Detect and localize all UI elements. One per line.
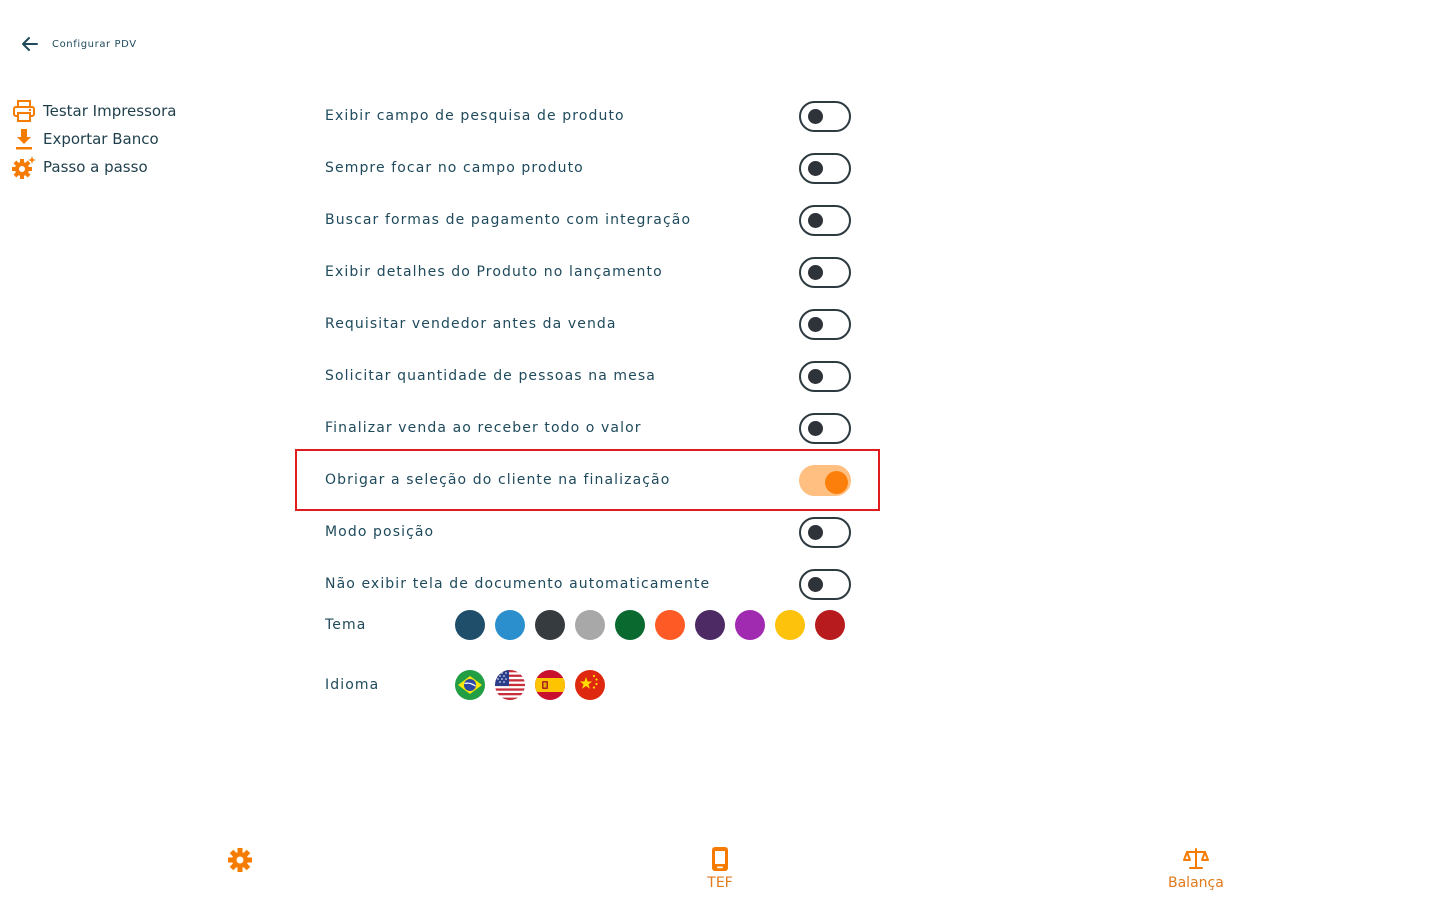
setting-toggle[interactable] (799, 205, 851, 236)
theme-color-swatch[interactable] (575, 610, 605, 640)
setting-row: Exibir detalhes do Produto no lançamento (325, 246, 855, 298)
highlight-box (295, 449, 880, 511)
setting-label: Exibir campo de pesquisa de produto (325, 108, 625, 124)
china-flag-icon[interactable] (575, 670, 605, 700)
toggle-knob (808, 317, 823, 332)
page-title: Configurar PDV (52, 38, 137, 50)
theme-color-swatch[interactable] (535, 610, 565, 640)
sidebar: Testar Impressora Exportar Banco Passo a… (12, 97, 176, 181)
setting-toggle[interactable] (799, 361, 851, 392)
spain-flag-icon[interactable] (535, 670, 565, 700)
theme-row: Tema (325, 608, 845, 642)
sidebar-item-label: Passo a passo (43, 158, 148, 176)
setting-toggle[interactable] (799, 569, 851, 600)
toggle-knob (808, 577, 823, 592)
theme-swatches (455, 610, 845, 640)
scale-icon (1182, 848, 1209, 869)
theme-color-swatch[interactable] (775, 610, 805, 640)
toggle-knob (808, 265, 823, 280)
setting-row: Modo posição (325, 506, 855, 558)
phone-icon (712, 847, 728, 871)
theme-label: Tema (325, 617, 367, 633)
sidebar-item-exportar-banco[interactable]: Exportar Banco (12, 125, 176, 153)
page-header: Configurar PDV (20, 34, 137, 54)
setting-row: Exibir campo de pesquisa de produto (325, 90, 855, 142)
usa-flag-icon[interactable] (495, 670, 525, 700)
setting-label: Solicitar quantidade de pessoas na mesa (325, 368, 656, 384)
nav-tef[interactable]: TEF (707, 846, 733, 891)
gear-icon (228, 848, 252, 872)
language-flags (455, 670, 605, 700)
language-label: Idioma (325, 677, 380, 693)
toggle-knob (808, 213, 823, 228)
theme-color-swatch[interactable] (735, 610, 765, 640)
toggle-knob (808, 161, 823, 176)
setting-row: Sempre focar no campo produto (325, 142, 855, 194)
toggle-knob (808, 369, 823, 384)
nav-settings[interactable] (226, 846, 254, 877)
setting-row: Solicitar quantidade de pessoas na mesa (325, 350, 855, 402)
theme-color-swatch[interactable] (655, 610, 685, 640)
sidebar-item-label: Testar Impressora (43, 102, 177, 120)
arrow-left-icon (22, 37, 38, 51)
brazil-flag-icon[interactable] (455, 670, 485, 700)
theme-color-swatch[interactable] (615, 610, 645, 640)
setting-row: Requisitar vendedor antes da venda (325, 298, 855, 350)
sidebar-item-testar-impressora[interactable]: Testar Impressora (12, 97, 176, 125)
toggle-knob (808, 421, 823, 436)
setting-toggle[interactable] (799, 257, 851, 288)
setting-label: Requisitar vendedor antes da venda (325, 316, 617, 332)
nav-label: TEF (707, 875, 733, 891)
settings-list: Exibir campo de pesquisa de produto Sempr… (325, 90, 855, 610)
theme-color-swatch[interactable] (495, 610, 525, 640)
setting-row: Buscar formas de pagamento com integraçã… (325, 194, 855, 246)
setting-row: Não exibir tela de documento automaticam… (325, 558, 855, 610)
sidebar-item-label: Exportar Banco (43, 130, 159, 148)
printer-icon (12, 99, 36, 123)
download-icon (12, 127, 36, 151)
toggle-knob (808, 109, 823, 124)
theme-color-swatch[interactable] (815, 610, 845, 640)
nav-balanca[interactable]: Balança (1168, 846, 1224, 891)
gear-sparkle-icon (12, 155, 36, 179)
setting-toggle[interactable] (799, 413, 851, 444)
setting-toggle[interactable] (799, 153, 851, 184)
setting-label: Não exibir tela de documento automaticam… (325, 576, 711, 592)
setting-label: Exibir detalhes do Produto no lançamento (325, 264, 663, 280)
setting-row: Finalizar venda ao receber todo o valor (325, 402, 855, 454)
setting-label: Modo posição (325, 524, 435, 540)
theme-color-swatch[interactable] (455, 610, 485, 640)
setting-label: Finalizar venda ao receber todo o valor (325, 420, 642, 436)
sidebar-item-passo-a-passo[interactable]: Passo a passo (12, 153, 176, 181)
back-button[interactable] (20, 34, 40, 54)
setting-toggle[interactable] (799, 517, 851, 548)
setting-label: Sempre focar no campo produto (325, 160, 584, 176)
toggle-knob (808, 525, 823, 540)
language-row: Idioma (325, 668, 605, 702)
setting-toggle[interactable] (799, 101, 851, 132)
setting-toggle[interactable] (799, 309, 851, 340)
setting-label: Buscar formas de pagamento com integraçã… (325, 212, 692, 228)
theme-color-swatch[interactable] (695, 610, 725, 640)
nav-label: Balança (1168, 875, 1224, 891)
bottom-nav: TEF Balança (0, 840, 1439, 899)
